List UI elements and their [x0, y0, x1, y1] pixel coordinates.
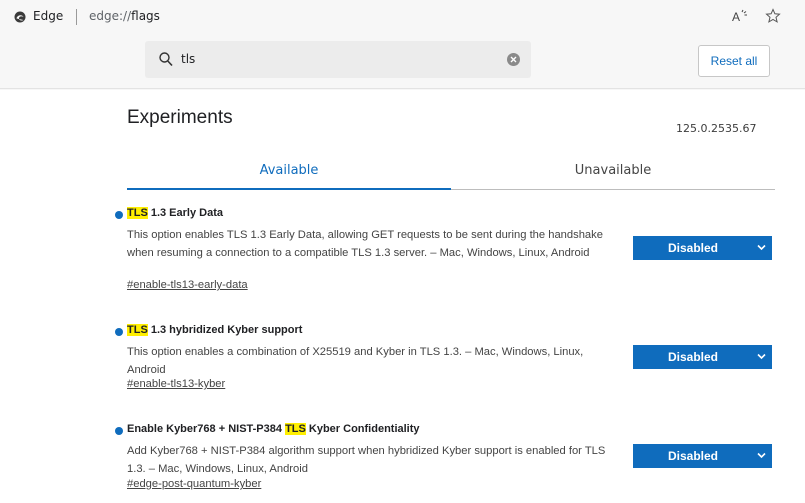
address-divider [76, 9, 77, 25]
flag-link[interactable]: #enable-tls13-kyber [127, 378, 225, 390]
flag-title-post: 1.3 hybridized Kyber support [147, 324, 303, 336]
flag-state-select[interactable]: Disabled [633, 444, 772, 468]
flags-search-header: tls Reset all [0, 34, 805, 89]
reset-all-button[interactable]: Reset all [698, 45, 770, 77]
tab-unavailable[interactable]: Unavailable [451, 150, 775, 191]
experiments-content: Experiments 125.0.2535.67 Available Unav… [0, 90, 805, 503]
flag-title: TLS 1.3 Early Data [127, 207, 223, 219]
tab-bar: Available Unavailable [127, 150, 775, 191]
search-query: tls [181, 52, 196, 66]
flag-link[interactable]: #edge-post-quantum-kyber [127, 478, 261, 490]
search-highlight: TLS [127, 207, 148, 219]
active-tab-indicator [127, 188, 451, 190]
search-highlight: TLS [285, 423, 306, 435]
flag-state-value: Disabled [667, 241, 718, 255]
edge-logo-icon [14, 11, 26, 23]
flag-item: TLS 1.3 Early Data This option enables T… [115, 207, 780, 297]
version-label: 125.0.2535.67 [676, 122, 757, 135]
flag-link[interactable]: #enable-tls13-early-data [127, 279, 248, 291]
flag-title-post: Kyber Confidentiality [305, 423, 420, 435]
read-aloud-icon[interactable]: A [732, 9, 748, 23]
flag-state-select[interactable]: Disabled [633, 345, 772, 369]
flag-state-value: Disabled [667, 350, 718, 364]
search-icon [159, 52, 173, 67]
clear-search-icon[interactable] [507, 53, 520, 66]
chevron-down-icon [757, 452, 766, 459]
search-highlight: TLS [127, 324, 148, 336]
url-scheme: edge:// [89, 9, 132, 23]
tab-available[interactable]: Available [127, 150, 451, 191]
page-title: Experiments [127, 107, 233, 128]
flag-status-dot [115, 427, 123, 435]
flag-description: This option enables TLS 1.3 Early Data, … [127, 229, 603, 259]
chevron-down-icon [757, 353, 766, 360]
flag-title: Enable Kyber768 + NIST-P384 TLS Kyber Co… [127, 423, 420, 435]
address-bar: Edge edge://flags A [0, 0, 805, 34]
flag-status-dot [115, 211, 123, 219]
flag-state-select[interactable]: Disabled [633, 236, 772, 260]
flag-item: TLS 1.3 hybridized Kyber support This op… [115, 324, 780, 396]
url-field[interactable]: edge://flags [89, 9, 160, 23]
tab-divider [451, 189, 775, 190]
flag-description: Add Kyber768 + NIST-P384 algorithm suppo… [127, 445, 606, 475]
flag-description: This option enables a combination of X25… [127, 346, 584, 376]
flag-item: Enable Kyber768 + NIST-P384 TLS Kyber Co… [115, 423, 780, 495]
favorite-star-icon[interactable] [765, 8, 781, 24]
site-name: Edge [33, 9, 64, 23]
search-input[interactable]: tls [145, 41, 531, 78]
flag-state-value: Disabled [667, 449, 718, 463]
url-host: flags [131, 9, 160, 23]
flag-title-post: 1.3 Early Data [147, 207, 223, 219]
flag-title-pre: Enable Kyber768 + NIST-P384 [127, 423, 286, 435]
svg-text:A: A [732, 10, 740, 23]
flag-status-dot [115, 328, 123, 336]
chevron-down-icon [757, 244, 766, 251]
flag-title: TLS 1.3 hybridized Kyber support [127, 324, 302, 336]
